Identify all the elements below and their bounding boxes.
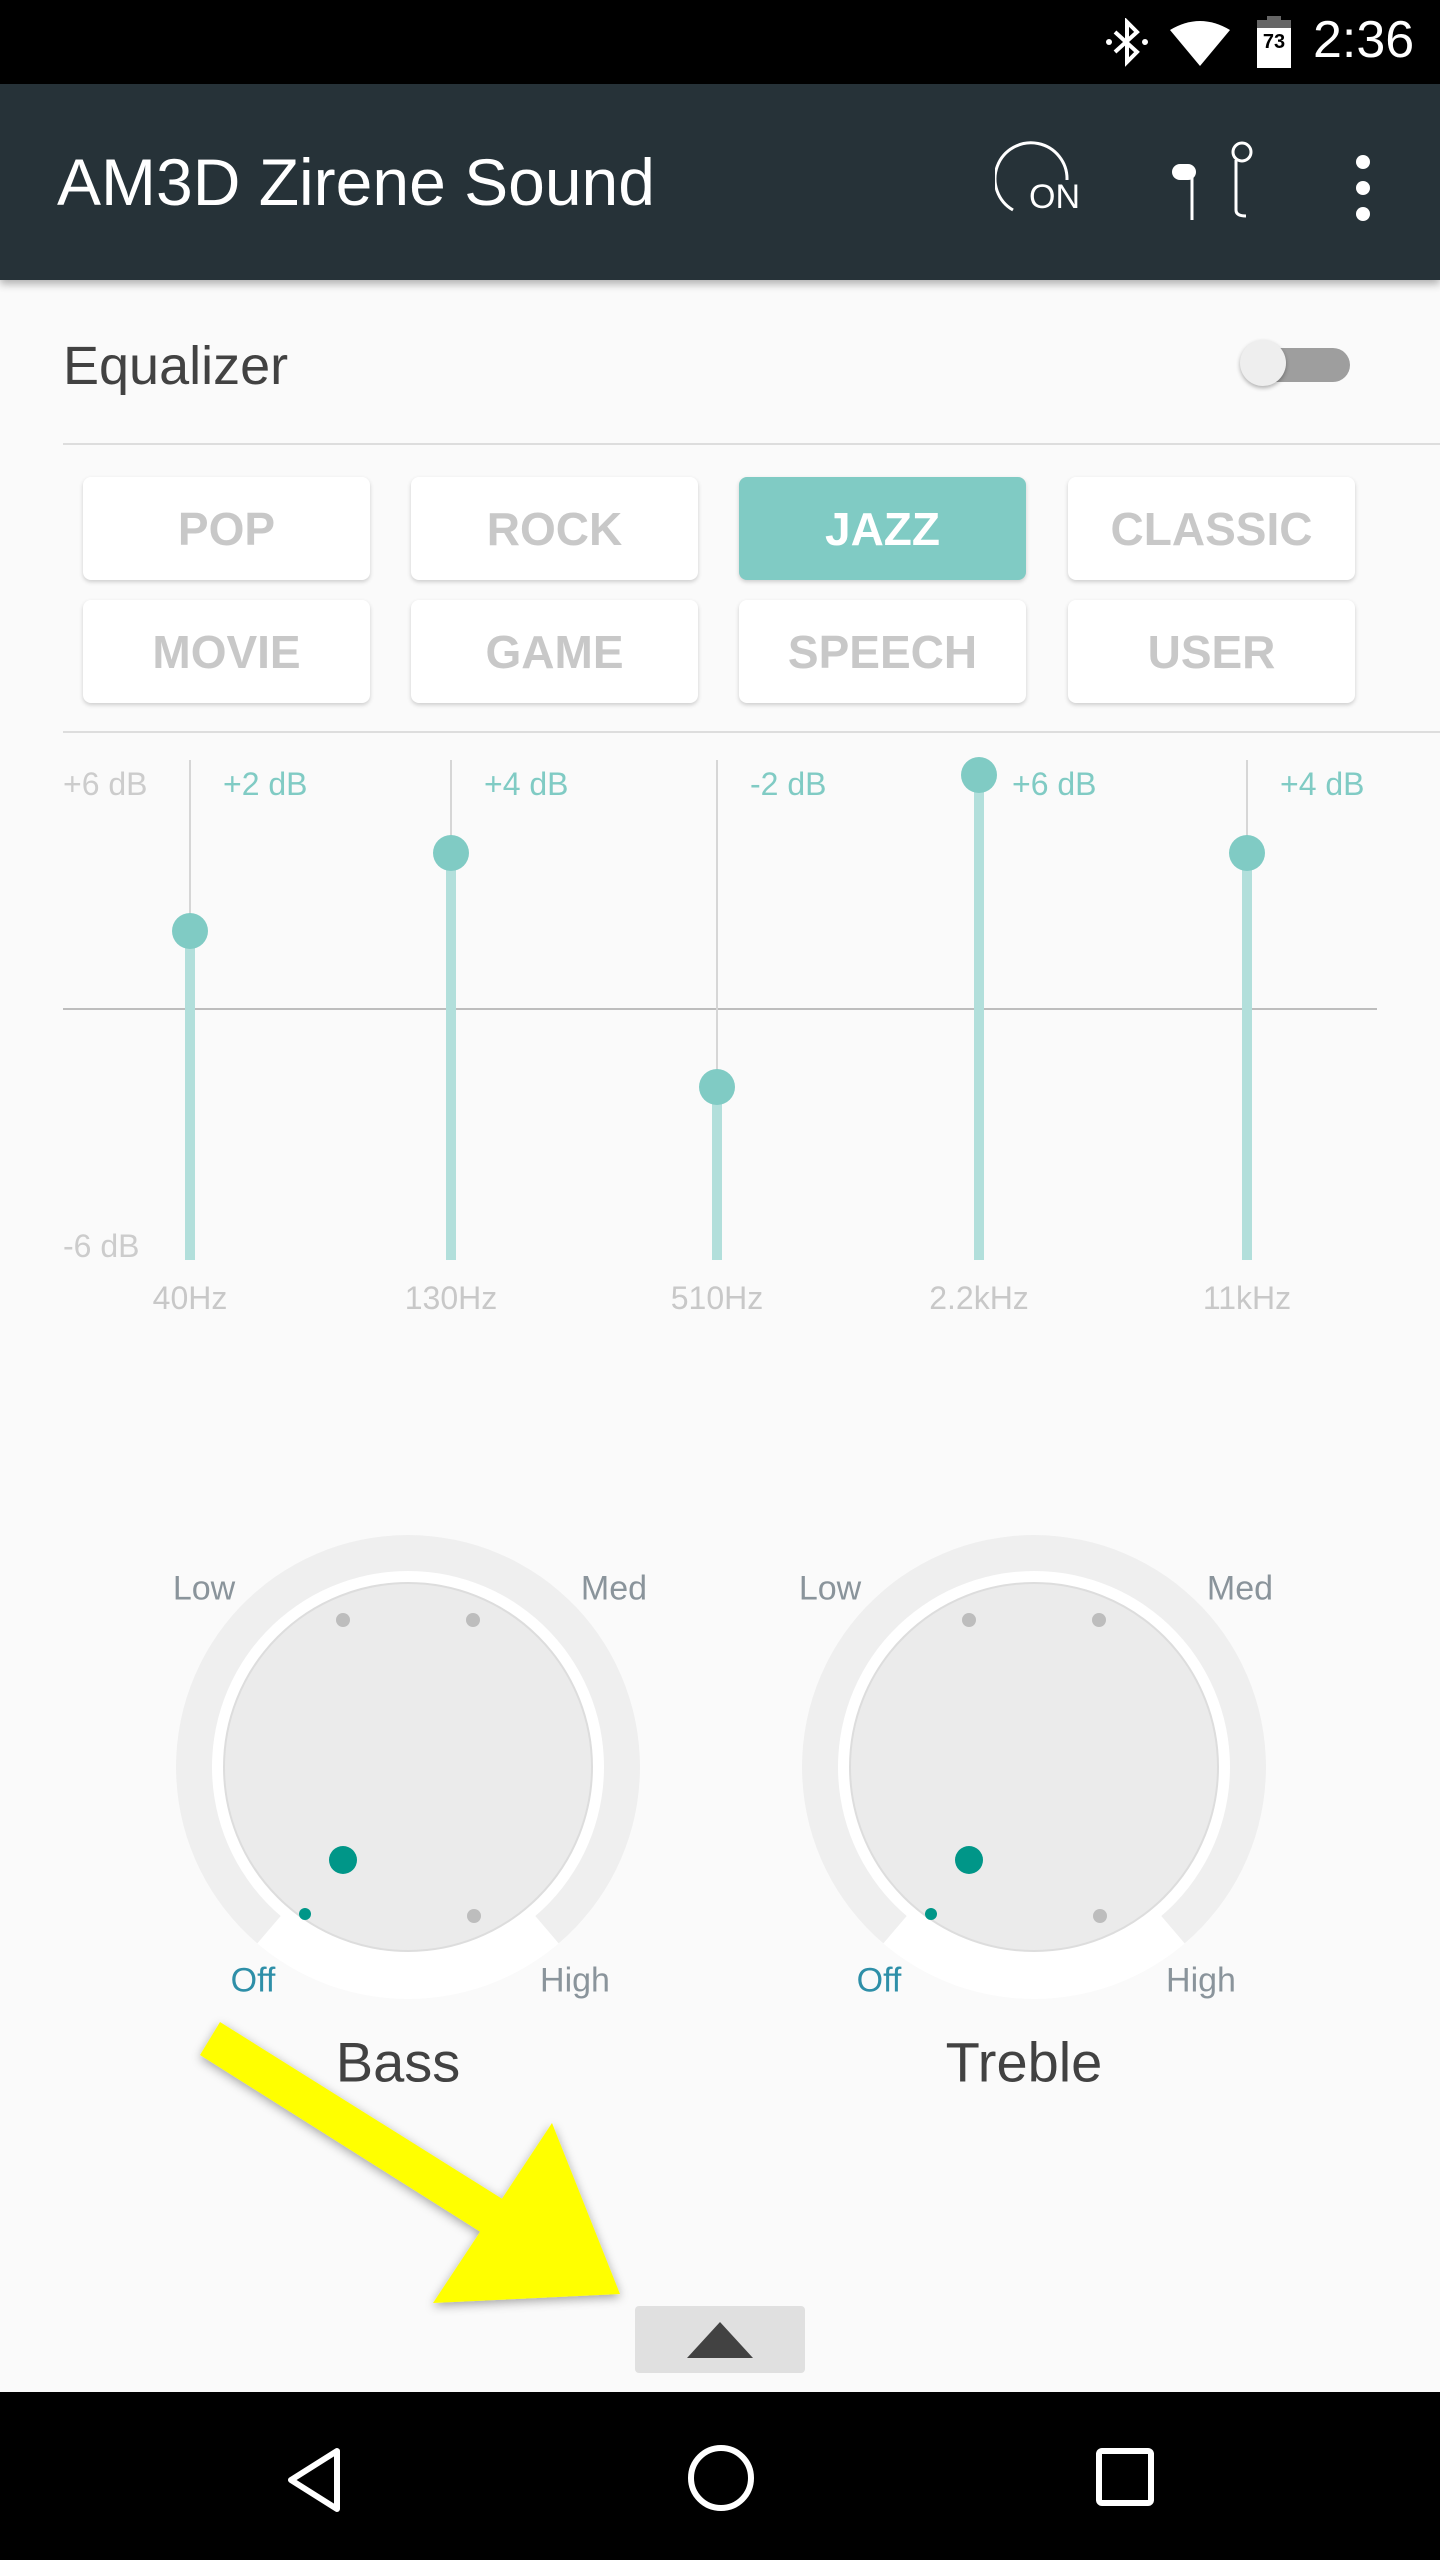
preset-rock-button[interactable]: ROCK [411,477,698,580]
divider [63,443,1440,445]
band-fill [446,853,456,1260]
knob-indicator [329,1846,357,1874]
knob-high-label: High [1166,1961,1236,2000]
preset-jazz-button[interactable]: JAZZ [739,477,1026,580]
equalizer-switch[interactable] [1240,340,1350,386]
wifi-icon [1170,21,1230,66]
status-bar: 73 2:36 [0,0,1440,84]
band-fill [1242,853,1252,1260]
battery-icon: 73 [1257,16,1291,68]
knob-name-label: Treble [945,2030,1103,2094]
bass-knob[interactable] [168,1527,648,2007]
navigation-bar [0,2392,1440,2560]
recents-icon[interactable] [1095,2447,1155,2507]
home-icon[interactable] [686,2443,756,2513]
band-fill [185,931,195,1260]
band-fill [712,1087,722,1260]
band-frequency-label: 40Hz [152,1280,228,1316]
knob-low-label: Low [172,1569,236,1608]
back-icon[interactable] [285,2447,345,2513]
band-fill [974,775,984,1260]
band-frequency-label: 510Hz [670,1280,764,1316]
knob-off-label: Off [856,1961,902,2000]
band-thumb[interactable] [961,757,997,793]
app-toolbar: AM3D Zirene Sound ON [0,84,1440,280]
knob-off-label: Off [230,1961,276,2000]
expand-button[interactable] [635,2306,805,2373]
app-title: AM3D Zirene Sound [57,145,655,219]
treble-knob[interactable] [794,1527,1274,2007]
band-value-label: +6 dB [1012,766,1097,802]
band-value-label: +4 dB [484,766,569,802]
band-thumb[interactable] [1229,835,1265,871]
knob-name-label: Bass [335,2030,461,2094]
preset-movie-button[interactable]: MOVIE [83,600,370,703]
band-value-label: -2 dB [750,766,827,802]
band-thumb[interactable] [172,913,208,949]
axis-max-label: +6 dB [63,766,148,802]
knob-low-label: Low [798,1569,862,1608]
knob-dial [176,1535,640,1999]
more-vert-icon[interactable] [1348,150,1378,226]
preset-speech-button[interactable]: SPEECH [739,600,1026,703]
band-value-label: +2 dB [223,766,308,802]
triangle-up-icon [687,2321,753,2358]
battery-level: 73 [1257,28,1291,68]
knob-dial [802,1535,1266,1999]
power-label: ON [1029,178,1080,216]
equalizer-label: Equalizer [63,336,289,396]
band-value-label: +4 dB [1280,766,1365,802]
clock: 2:36 [1313,11,1415,69]
knob-med-label: Med [1206,1569,1274,1608]
axis-min-label: -6 dB [63,1228,140,1264]
band-thumb[interactable] [699,1069,735,1105]
divider [63,731,1440,733]
band-frequency-label: 11kHz [1202,1280,1292,1316]
knob-indicator [955,1846,983,1874]
preset-pop-button[interactable]: POP [83,477,370,580]
band-thumb[interactable] [433,835,469,871]
preset-classic-button[interactable]: CLASSIC [1068,477,1355,580]
band-frequency-label: 2.2kHz [929,1280,1029,1316]
zero-line [63,1008,1377,1010]
band-frequency-label: 130Hz [404,1280,498,1316]
earphones-icon[interactable] [1170,140,1260,230]
knob-high-label: High [540,1961,610,2000]
preset-user-button[interactable]: USER [1068,600,1355,703]
bluetooth-icon [1106,18,1148,67]
power-toggle-button[interactable]: ON [995,140,1085,220]
preset-game-button[interactable]: GAME [411,600,698,703]
knob-med-label: Med [580,1569,648,1608]
